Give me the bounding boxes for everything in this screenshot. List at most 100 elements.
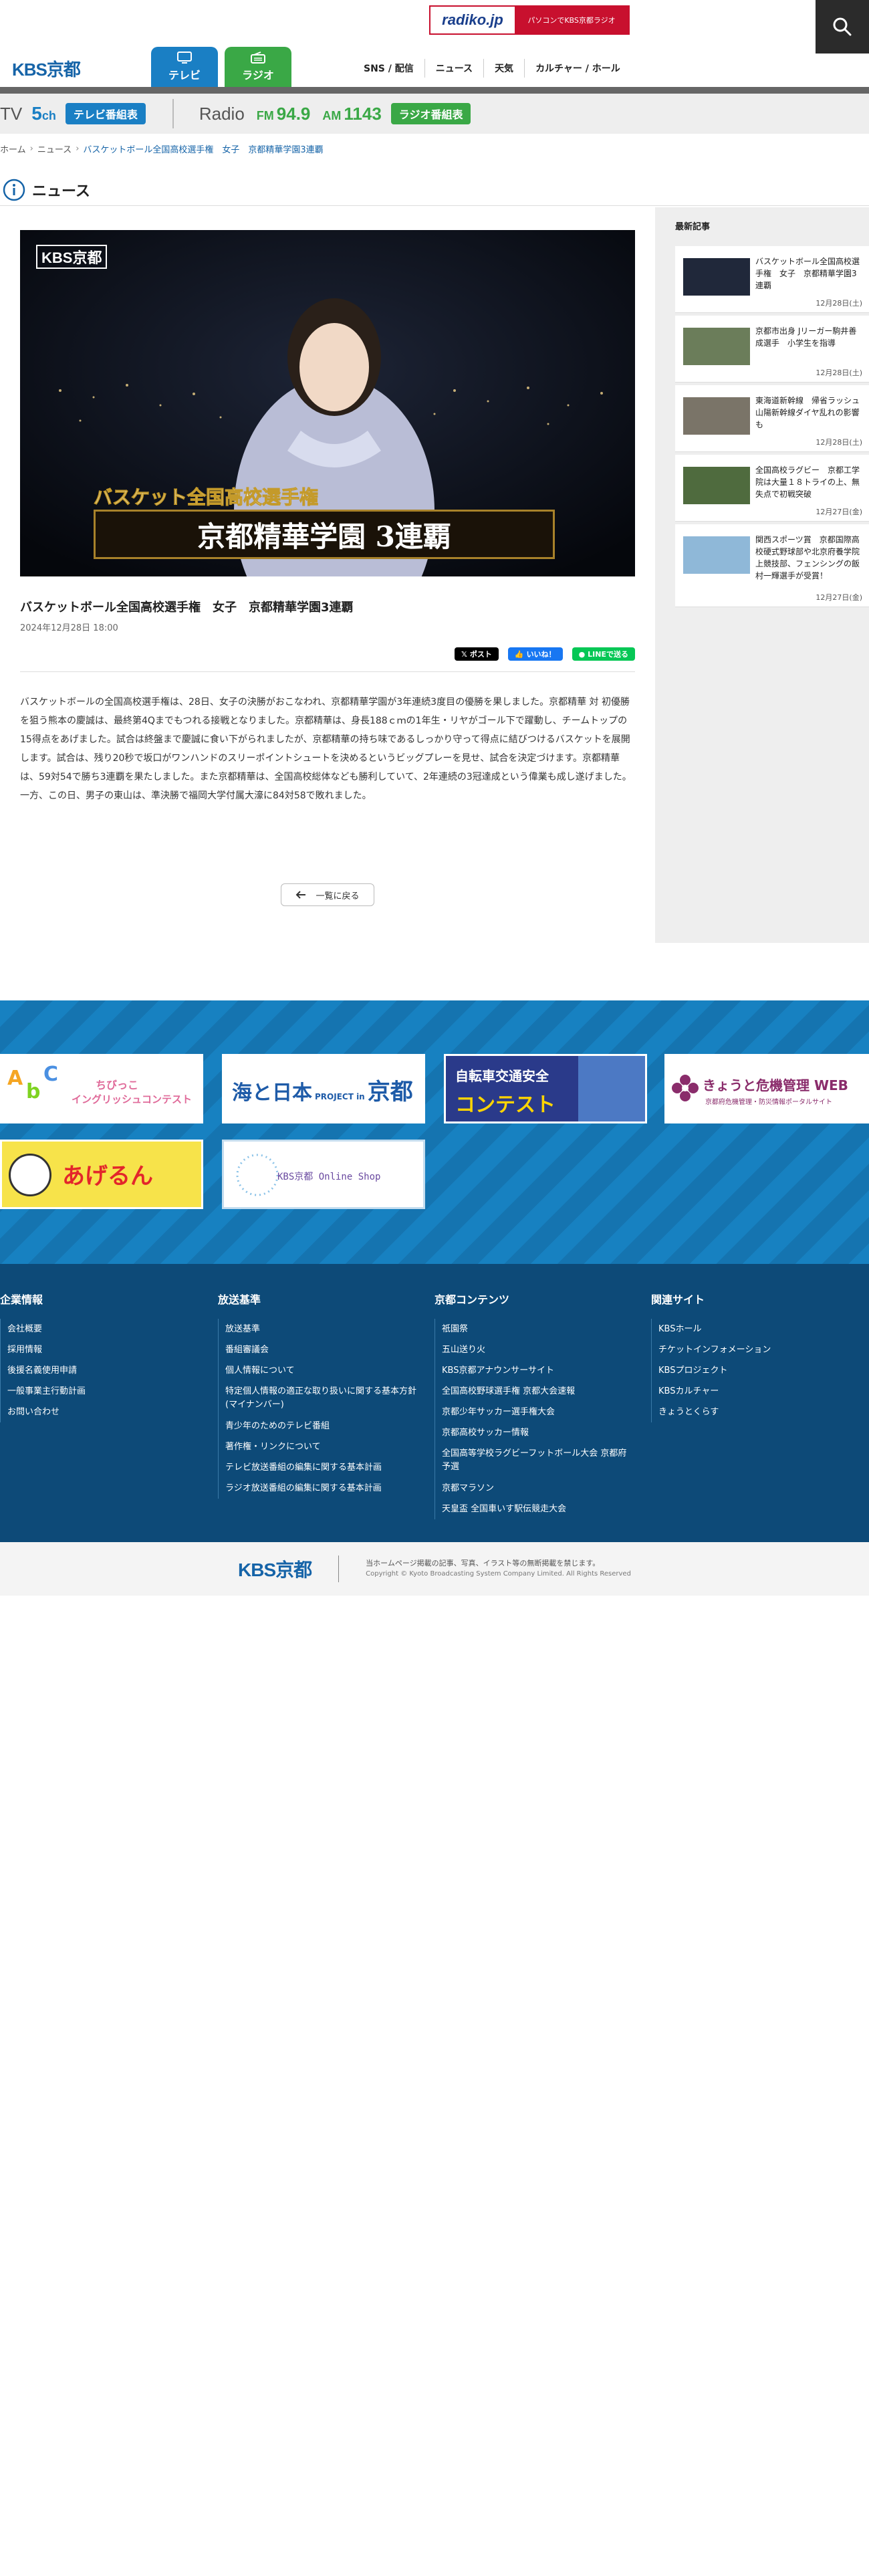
radiko-banner[interactable]: radiko.jp パソコンでKBS京都ラジオ (429, 5, 630, 35)
footer-col-kyoto: 京都コンテンツ 祇園祭 五山送り火 KBS京都アナウンサーサイト 全国高校野球選… (434, 1291, 635, 1519)
sidebar-item[interactable]: 全国高校ラグビー 京都工学院は大量１８トライの上、無失点で初戦突破 12月27日… (675, 455, 869, 522)
sidebar-item[interactable]: 京都市出身 Jリーガー駒井善成選手 小学生を指導 12月28日(土) (675, 316, 869, 383)
footer-link[interactable]: ラジオ放送番組の編集に関する基本計画 (225, 1478, 418, 1499)
footer-link[interactable]: テレビ放送番組の編集に関する基本計画 (225, 1457, 418, 1478)
banner-umi-to-nippon[interactable]: 海と日本 PROJECT in 京都 (222, 1054, 425, 1123)
sidebar-item[interactable]: 関西スポーツ賞 京都国際高校硬式野球部や北京府養学院上競技部、フェンシングの飯村… (675, 524, 869, 607)
footer-link[interactable]: KBS京都アナウンサーサイト (442, 1360, 635, 1381)
share-x-button[interactable]: 𝕏 ポスト (454, 647, 499, 661)
radio-guide-button[interactable]: ラジオ番組表 (390, 103, 471, 124)
tab-radio[interactable]: ラジオ (225, 47, 291, 87)
footer-link[interactable]: 会社概要 (7, 1319, 201, 1339)
footer-link[interactable]: 全国高等学校ラグビーフットボール大会 京都府予選 (442, 1443, 635, 1478)
share-row: 𝕏 ポスト 👍 いいね！ ● LINEで送る (454, 647, 635, 661)
breadcrumb-news[interactable]: ニュース (37, 142, 72, 155)
footer-link[interactable]: KBSホール (658, 1319, 852, 1339)
tab-tv-label: テレビ (168, 69, 201, 82)
sidebar-thumb (683, 397, 750, 435)
arrow-left-icon (296, 891, 306, 899)
radio-label: Radio (199, 103, 245, 124)
footer-link[interactable]: 京都少年サッカー選手権大会 (442, 1402, 635, 1422)
footer-link[interactable]: KBSカルチャー (658, 1381, 852, 1402)
sidebar-heading: 最新記事 (675, 222, 711, 232)
footer-link[interactable]: KBSプロジェクト (658, 1360, 852, 1381)
tv-icon (177, 51, 192, 64)
tv-guide-button[interactable]: テレビ番組表 (65, 103, 146, 124)
footer-link[interactable]: 特定個人情報の適正な取り扱いに関する基本方針(マイナンバー) (225, 1381, 418, 1416)
sidebar-thumb (683, 328, 750, 365)
footer-col-broadcast: 放送基準 放送基準 番組審議会 個人情報について 特定個人情報の適正な取り扱いに… (218, 1291, 418, 1499)
image-caption-top: バスケット全国高校選手権 (93, 486, 319, 509)
nav-weather[interactable]: 天気 (483, 59, 524, 78)
footer-link[interactable]: チケットインフォメーション (658, 1339, 852, 1360)
am-frequency: AM 1143 (322, 103, 382, 124)
tv-label: TV (0, 103, 23, 124)
banner-online-shop[interactable]: KBS京都 Online Shop (222, 1140, 425, 1209)
nav-sns[interactable]: SNS / 配信 (353, 59, 424, 78)
tab-tv[interactable]: テレビ (151, 47, 218, 87)
footer-link[interactable]: 全国高校野球選手権 京都大会速報 (442, 1381, 635, 1402)
tab-radio-label: ラジオ (242, 69, 274, 82)
main-nav: SNS / 配信 ニュース 天気 カルチャー / ホール (353, 59, 631, 78)
footer-link[interactable]: 祇園祭 (442, 1319, 635, 1339)
article-image: KBS京都 バスケット全国高校選手権 京都精華学園 3連覇 (20, 230, 635, 576)
dots-ring-icon (236, 1154, 279, 1196)
footer-link[interactable]: 番組審議会 (225, 1339, 418, 1360)
bottom-bar: KBS京都 当ホームページ掲載の記事、写真、イラスト等の無断掲載を禁じます。 C… (0, 1542, 869, 1596)
chevron-right-icon: › (76, 143, 80, 154)
back-to-list-button[interactable]: 一覧に戻る (281, 883, 374, 906)
breadcrumb-home[interactable]: ホーム (0, 142, 26, 155)
strip-divider (172, 99, 174, 128)
footer-link[interactable]: 個人情報について (225, 1360, 418, 1381)
info-icon (3, 179, 25, 201)
banner-kiki-kanri[interactable]: きょうと危機管理 WEB 京都府危機管理・防災情報ポータルサイト (664, 1054, 869, 1123)
share-line-button[interactable]: ● LINEで送る (572, 647, 635, 661)
nav-news[interactable]: ニュース (424, 59, 483, 78)
nav-culture[interactable]: カルチャー / ホール (524, 59, 631, 78)
footer-link[interactable]: 著作権・リンクについて (225, 1436, 418, 1457)
site-header: radiko.jp パソコンでKBS京都ラジオ KBS京都 テレビ ラジオ SN… (0, 0, 869, 94)
footer-col-related: 関連サイト KBSホール チケットインフォメーション KBSプロジェクト KBS… (651, 1291, 852, 1422)
article-title: バスケットボール全国高校選手権 女子 京都精華学園3連覇 (20, 601, 354, 615)
chevron-right-icon: › (29, 143, 33, 154)
flower-icon (672, 1075, 699, 1101)
footer-links: 企業情報 会社概要 採用情報 後援名義使用申請 一般事業主行動計画 お問い合わせ… (0, 1264, 869, 1542)
footer-link[interactable]: 京都マラソン (442, 1478, 635, 1499)
header-divider (0, 87, 869, 94)
footer-col-company: 企業情報 会社概要 採用情報 後援名義使用申請 一般事業主行動計画 お問い合わせ (0, 1291, 201, 1422)
article-card: KBS京都 バスケット全国高校選手権 京都精華学園 3連覇 バスケットボール全国… (0, 207, 655, 947)
site-logo[interactable]: KBS京都 (12, 56, 81, 81)
footer-logo[interactable]: KBS京都 (238, 1555, 340, 1582)
share-facebook-button[interactable]: 👍 いいね！ (507, 647, 563, 661)
radiko-text: パソコンでKBS京都ラジオ (515, 7, 628, 33)
footer-link[interactable]: 採用情報 (7, 1339, 201, 1360)
footer-link[interactable]: 天皇盃 全国車いす駅伝競走大会 (442, 1499, 635, 1519)
search-button[interactable] (816, 0, 869, 53)
sidebar-item[interactable]: 東海道新幹線 帰省ラッシュ 山陽新幹線ダイヤ乱れの影響も 12月28日(土) (675, 385, 869, 452)
article-divider (20, 671, 635, 672)
radio-icon (251, 51, 265, 64)
footer-link[interactable]: 後援名義使用申請 (7, 1360, 201, 1381)
page-title: ニュース (32, 183, 90, 200)
search-icon (833, 17, 852, 36)
page-blank-area (0, 1596, 869, 2576)
page-title-row: ニュース (0, 174, 869, 206)
banner-section: A b C ちびっこ イングリッシュコンテスト 海と日本 PROJECT in … (0, 1000, 869, 1264)
line-icon: ● (578, 649, 586, 659)
tv-channel: 5ch (31, 103, 56, 124)
fm-frequency: FM 94.9 (256, 103, 311, 124)
sidebar-item[interactable]: バスケットボール全国高校選手権 女子 京都精華学園3連覇 12月28日(土) (675, 246, 869, 313)
footer-link[interactable]: 青少年のためのテレビ番組 (225, 1416, 418, 1436)
footer-link[interactable]: 五山送り火 (442, 1339, 635, 1360)
banner-agerun[interactable]: あげるん (0, 1140, 203, 1209)
image-caption-bar: 京都精華学園 3連覇 (94, 510, 555, 559)
image-watermark: KBS京都 (36, 245, 108, 269)
footer-link[interactable]: 放送基準 (225, 1319, 418, 1339)
banner-bicycle-contest[interactable]: 自転車交通安全 コンテスト (444, 1054, 647, 1123)
footer-link[interactable]: 一般事業主行動計画 (7, 1381, 201, 1402)
breadcrumb: ホーム › ニュース › バスケットボール全国高校選手権 女子 京都精華学園3連… (0, 140, 324, 156)
footer-link[interactable]: きょうとくらす (658, 1402, 852, 1422)
footer-link[interactable]: 京都高校サッカー情報 (442, 1422, 635, 1443)
footer-link[interactable]: お問い合わせ (7, 1402, 201, 1422)
banner-english-contest[interactable]: A b C ちびっこ イングリッシュコンテスト (0, 1054, 203, 1123)
